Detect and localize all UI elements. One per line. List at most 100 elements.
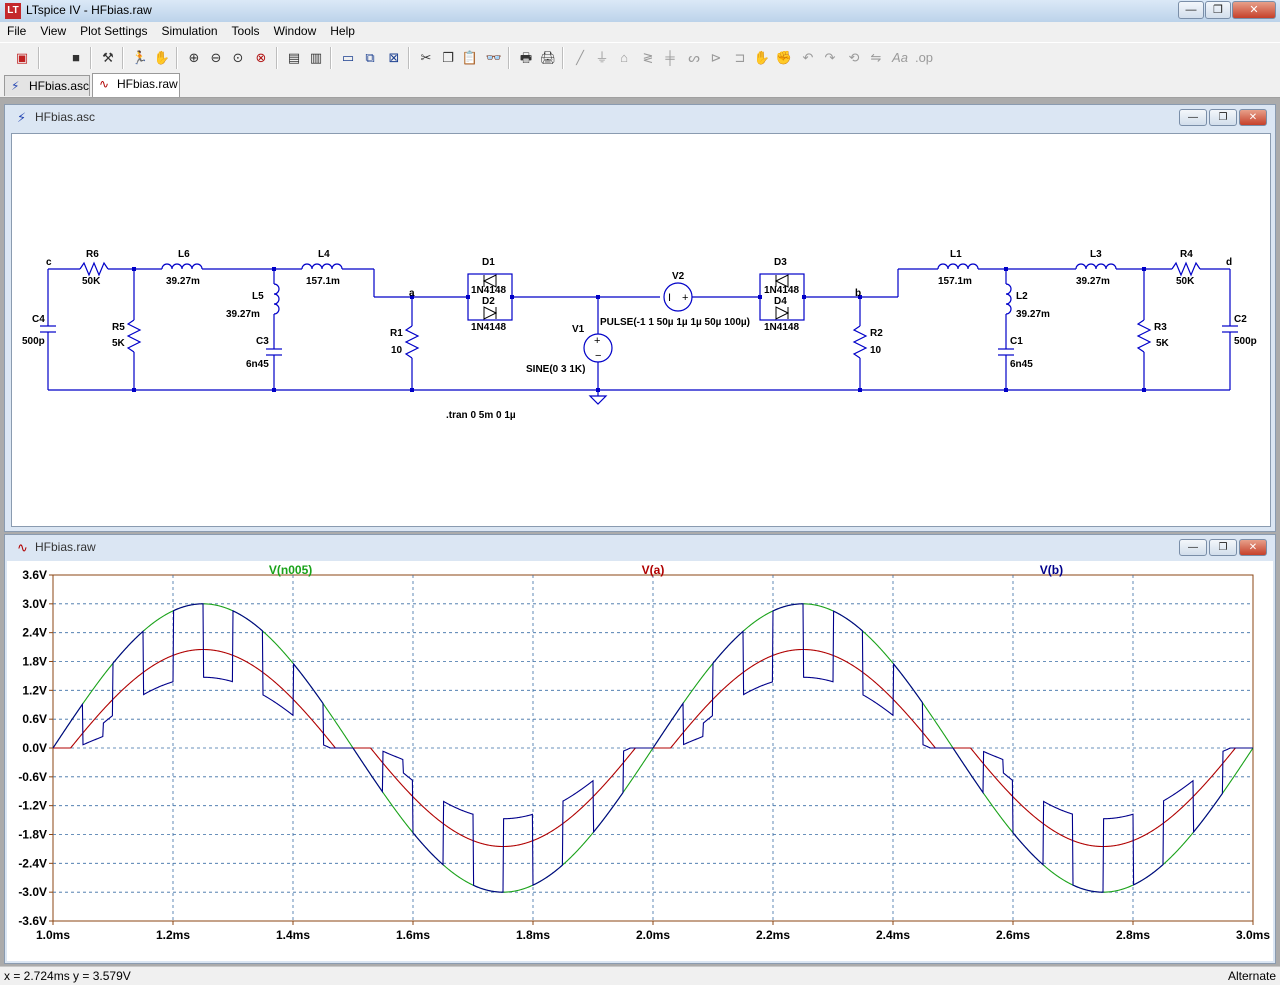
r3-name: R3: [1154, 322, 1167, 333]
mdi-area: ⚡ HFbias.asc — ❐ ✕ I + + − c d a b R6 50…: [0, 98, 1280, 965]
wire-icon[interactable]: ╱: [570, 48, 590, 68]
paste-icon[interactable]: 📋: [460, 48, 480, 68]
halt-icon[interactable]: ✋: [152, 48, 172, 68]
waveform-window: ∿ HFbias.raw — ❐ ✕ 1.0ms 1.2ms 1.4ms 1.6ms 1…: [4, 534, 1276, 964]
control-panel-icon[interactable]: ⚒: [98, 48, 118, 68]
zoom-out-icon[interactable]: ⊖: [206, 48, 226, 68]
legend-va[interactable]: V(a): [642, 563, 665, 577]
tile-horizontal-icon[interactable]: ▭: [338, 48, 358, 68]
d2-name: D2: [482, 296, 495, 307]
zoom-fit-icon[interactable]: ⊙: [228, 48, 248, 68]
schematic-window-titlebar[interactable]: ⚡ HFbias.asc — ❐ ✕: [5, 105, 1275, 129]
menu-file[interactable]: File: [0, 22, 33, 42]
y-tick-label: 1.8V: [22, 655, 47, 669]
minimize-button[interactable]: —: [1178, 1, 1204, 19]
waveform-restore-button[interactable]: ❐: [1209, 539, 1237, 556]
tab-label: HFbias.raw: [117, 77, 178, 91]
svg-text:+: +: [594, 335, 600, 347]
new-schematic-icon[interactable]: ▣: [12, 48, 32, 68]
waveform-window-titlebar[interactable]: ∿ HFbias.raw — ❐ ✕: [5, 535, 1275, 559]
l5-value: 39.27m: [226, 309, 260, 320]
text-icon[interactable]: Aa: [890, 48, 910, 68]
close-all-icon[interactable]: ⊠: [384, 48, 404, 68]
menu-simulation[interactable]: Simulation: [155, 22, 225, 42]
rotate-icon[interactable]: ⟲: [844, 48, 864, 68]
cascade-icon[interactable]: ⧉: [360, 48, 380, 68]
waveform-close-button[interactable]: ✕: [1239, 539, 1267, 556]
toolbar: ▣ ■ ⚒ 🏃 ✋ ⊕ ⊖ ⊙ ⊗ ▤ ▥ ▭ ⧉ ⊠ ✂ ❐ 📋 👓 🖶 🖨 …: [0, 42, 1280, 74]
d1-name: D1: [482, 257, 495, 268]
svg-text:−: −: [595, 350, 601, 362]
component-icon[interactable]: ⊐: [730, 48, 750, 68]
spice-directive-icon[interactable]: .op: [914, 48, 934, 68]
menu-plot-settings[interactable]: Plot Settings: [73, 22, 154, 42]
mirror-icon[interactable]: ⇋: [866, 48, 886, 68]
x-tick-label: 2.6ms: [996, 928, 1030, 942]
y-tick-label: -3.6V: [18, 914, 47, 928]
undo-icon[interactable]: ↶: [798, 48, 818, 68]
waveform-icon: ∿: [17, 540, 28, 555]
waveform-plot[interactable]: 1.0ms 1.2ms 1.4ms 1.6ms 1.8ms 2.0ms 2.2ms 2.4ms…: [7, 561, 1273, 961]
menu-view[interactable]: View: [33, 22, 73, 42]
schematic-restore-button[interactable]: ❐: [1209, 109, 1237, 126]
plot-pane[interactable]: 1.0ms 1.2ms 1.4ms 1.6ms 1.8ms 2.0ms 2.2ms 2.4ms…: [7, 561, 1273, 961]
l4-name: L4: [318, 249, 330, 260]
redo-icon[interactable]: ↷: [820, 48, 840, 68]
r5-value: 5K: [112, 338, 126, 349]
c4-name: C4: [32, 314, 45, 325]
legend-vb[interactable]: V(b): [1040, 563, 1063, 577]
x-tick-label: 1.2ms: [156, 928, 190, 942]
svg-text:+: +: [682, 292, 688, 304]
l2-name: L2: [1016, 291, 1028, 302]
restore-button[interactable]: ❐: [1205, 1, 1231, 19]
schematic-close-button[interactable]: ✕: [1239, 109, 1267, 126]
x-tick-label: 1.4ms: [276, 928, 310, 942]
r5-name: R5: [112, 322, 125, 333]
find-icon[interactable]: 👓: [484, 48, 504, 68]
drag-icon[interactable]: ✊: [774, 48, 794, 68]
capacitor-icon[interactable]: ╪: [660, 48, 680, 68]
spice-directive[interactable]: .tran 0 5m 0 1µ: [446, 410, 516, 421]
waveform-minimize-button[interactable]: —: [1179, 539, 1207, 556]
zoom-cancel-icon[interactable]: ⊗: [251, 48, 271, 68]
save-icon[interactable]: ■: [66, 48, 86, 68]
copy-icon[interactable]: ❐: [438, 48, 458, 68]
move-icon[interactable]: ✋: [752, 48, 772, 68]
l6-value: 39.27m: [166, 276, 200, 287]
y-tick-label: -1.8V: [18, 828, 47, 842]
x-tick-label: 2.4ms: [876, 928, 910, 942]
x-tick-label: 2.2ms: [756, 928, 790, 942]
app-titlebar: LT LTspice IV - HFbias.raw — ❐ ✕: [0, 0, 1280, 23]
run-icon[interactable]: 🏃: [130, 48, 150, 68]
status-bar: x = 2.724ms y = 3.579V Alternate: [0, 966, 1280, 985]
legend-vn005[interactable]: V(n005): [269, 563, 312, 577]
menu-tools[interactable]: Tools: [225, 22, 267, 42]
autorange-icon[interactable]: ▤: [284, 48, 304, 68]
schematic-window-title: HFbias.asc: [35, 110, 96, 124]
r6-value: 50K: [82, 276, 101, 287]
plot-settings-icon[interactable]: ▥: [306, 48, 326, 68]
schematic-icon: ⚡: [11, 79, 20, 93]
schematic-minimize-button[interactable]: —: [1179, 109, 1207, 126]
x-tick-label: 1.0ms: [36, 928, 70, 942]
schematic-canvas[interactable]: I + + − c d a b R6 50K L6 39.27m L4 157.…: [11, 133, 1271, 527]
menu-help[interactable]: Help: [323, 22, 362, 42]
close-button[interactable]: ✕: [1232, 1, 1276, 19]
r4-value: 50K: [1176, 276, 1195, 287]
ground-icon[interactable]: ⏚: [592, 48, 612, 68]
tab-hfbias-raw[interactable]: ∿ HFbias.raw: [92, 73, 180, 97]
menu-bar: File View Plot Settings Simulation Tools…: [0, 22, 1280, 42]
cut-icon[interactable]: ✂: [416, 48, 436, 68]
menu-window[interactable]: Window: [267, 22, 324, 42]
print-setup-icon[interactable]: 🖶: [516, 48, 536, 68]
x-tick-label: 2.0ms: [636, 928, 670, 942]
print-icon[interactable]: 🖨: [538, 48, 558, 68]
tab-hfbias-asc[interactable]: ⚡ HFbias.asc: [4, 75, 90, 96]
app-title: LTspice IV - HFbias.raw: [26, 3, 152, 17]
diode-icon[interactable]: ⊳: [706, 48, 726, 68]
resistor-icon[interactable]: ≷: [638, 48, 658, 68]
net-label-b: b: [855, 288, 861, 299]
label-icon[interactable]: ⌂: [614, 48, 634, 68]
zoom-in-icon[interactable]: ⊕: [184, 48, 204, 68]
inductor-icon[interactable]: ᔕ: [684, 48, 704, 68]
